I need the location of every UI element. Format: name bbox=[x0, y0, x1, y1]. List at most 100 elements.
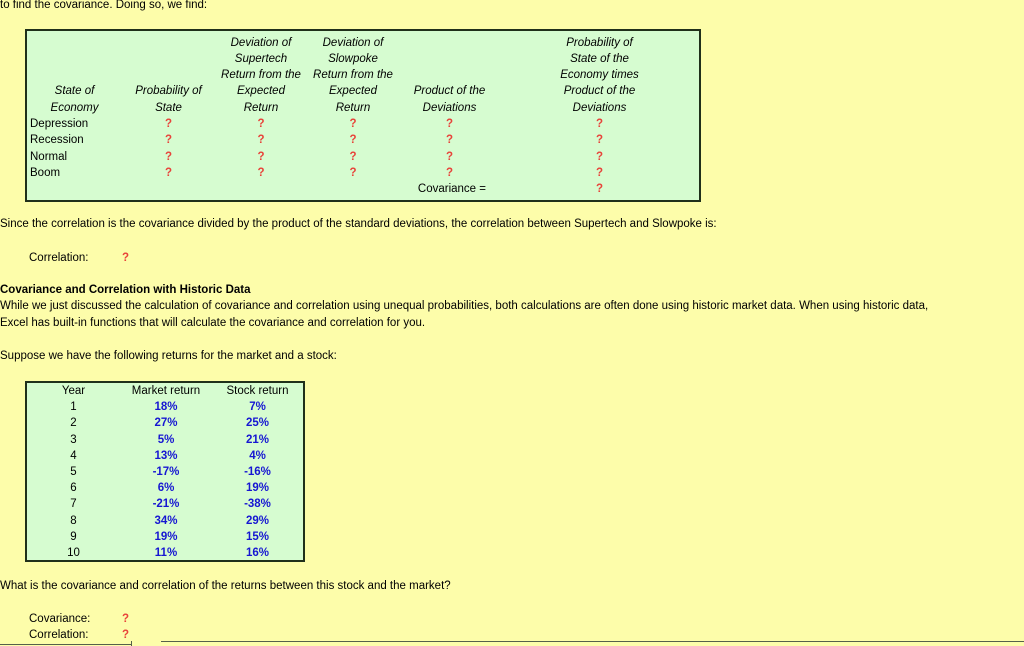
correlation-value[interactable]: ? bbox=[122, 252, 129, 265]
covariance-answer-label: Covariance: bbox=[29, 613, 91, 625]
header-line: Deviations bbox=[422, 101, 477, 114]
covariance-value[interactable]: ? bbox=[500, 181, 699, 197]
header-line: Product of the bbox=[413, 85, 486, 98]
cell-state: Recession bbox=[30, 134, 84, 147]
cell-state: Normal bbox=[30, 150, 68, 163]
cell-market[interactable]: 34% bbox=[120, 513, 212, 529]
cell-dev-supertech[interactable]: ? bbox=[215, 116, 307, 132]
cell-market[interactable]: -17% bbox=[120, 464, 212, 480]
cell-probability[interactable]: ? bbox=[122, 165, 215, 181]
table-row: Recession ? ? ? ? ? bbox=[27, 132, 699, 148]
correlation-paragraph: Since the correlation is the covariance … bbox=[0, 218, 717, 230]
header-line: Return bbox=[335, 101, 371, 114]
bottom-gridline-right bbox=[161, 641, 1024, 642]
historic-table-header: Year Market return Stock return bbox=[27, 383, 303, 399]
col-header-market-return: Market return bbox=[131, 385, 201, 397]
correlation-answer-label: Correlation: bbox=[29, 629, 89, 641]
header-line: Return from the bbox=[313, 69, 393, 82]
cell-state: Depression bbox=[30, 118, 89, 130]
cell-stock[interactable]: 4% bbox=[212, 448, 303, 464]
cell-stock[interactable]: 15% bbox=[212, 529, 303, 545]
cell-dev-slowpoke[interactable]: ? bbox=[307, 165, 399, 181]
header-line: Economy times bbox=[560, 69, 639, 82]
cell-year: 5 bbox=[70, 466, 77, 479]
cell-stock[interactable]: 7% bbox=[212, 399, 303, 415]
cell-dev-supertech[interactable]: ? bbox=[215, 132, 307, 148]
cell-market[interactable]: 6% bbox=[120, 480, 212, 496]
cell-market[interactable]: 18% bbox=[120, 399, 212, 415]
cell-market[interactable]: 11% bbox=[120, 545, 212, 561]
cell-state: Boom bbox=[30, 166, 61, 179]
bottom-gridline-divider bbox=[131, 641, 132, 646]
cell-stock[interactable]: 19% bbox=[212, 480, 303, 496]
cell-probability[interactable]: ? bbox=[122, 149, 215, 165]
cell-product[interactable]: ? bbox=[399, 149, 500, 165]
cell-stock[interactable]: -38% bbox=[212, 496, 303, 512]
historic-returns-table: Year Market return Stock return 1 18% 7%… bbox=[25, 381, 305, 562]
spacer-cell bbox=[27, 181, 122, 197]
cell-market[interactable]: 27% bbox=[120, 415, 212, 431]
table-row: Boom ? ? ? ? ? bbox=[27, 165, 699, 181]
cell-stock[interactable]: 21% bbox=[212, 432, 303, 448]
cell-dev-slowpoke[interactable]: ? bbox=[307, 149, 399, 165]
cell-stock[interactable]: -16% bbox=[212, 464, 303, 480]
spacer-cell bbox=[307, 181, 399, 197]
table-row: 2 27% 25% bbox=[27, 415, 303, 431]
cell-dev-slowpoke[interactable]: ? bbox=[307, 132, 399, 148]
cell-prob-times-product[interactable]: ? bbox=[500, 149, 699, 165]
cell-prob-times-product[interactable]: ? bbox=[500, 165, 699, 181]
spreadsheet-page: to find the covariance. Doing so, we fin… bbox=[0, 0, 1024, 646]
table-row: 5 -17% -16% bbox=[27, 464, 303, 480]
cell-product[interactable]: ? bbox=[399, 165, 500, 181]
cell-year: 1 bbox=[70, 401, 77, 414]
header-line: Expected bbox=[329, 85, 377, 98]
cell-dev-supertech[interactable]: ? bbox=[215, 165, 307, 181]
correlation-answer-value[interactable]: ? bbox=[122, 629, 129, 642]
cell-product[interactable]: ? bbox=[399, 116, 500, 132]
cell-market[interactable]: 5% bbox=[120, 432, 212, 448]
bottom-gridline-left bbox=[0, 644, 131, 645]
cell-year: 6 bbox=[70, 482, 77, 495]
cell-probability[interactable]: ? bbox=[122, 116, 215, 132]
cell-market[interactable]: 13% bbox=[120, 448, 212, 464]
header-line: Product of the bbox=[563, 85, 636, 98]
cell-dev-slowpoke[interactable]: ? bbox=[307, 116, 399, 132]
covariance-answer-value[interactable]: ? bbox=[122, 613, 129, 626]
cell-year: 4 bbox=[70, 449, 77, 462]
cell-year: 8 bbox=[70, 514, 77, 527]
cell-prob-times-product[interactable]: ? bbox=[500, 132, 699, 148]
cell-stock[interactable]: 16% bbox=[212, 545, 303, 561]
cell-probability[interactable]: ? bbox=[122, 132, 215, 148]
cell-market[interactable]: 19% bbox=[120, 529, 212, 545]
cell-year: 10 bbox=[67, 547, 80, 560]
table-row: 3 5% 21% bbox=[27, 432, 303, 448]
header-line: Probability of bbox=[135, 85, 202, 98]
cell-year: 3 bbox=[70, 433, 77, 446]
table-row: Depression ? ? ? ? ? bbox=[27, 116, 699, 132]
cell-stock[interactable]: 29% bbox=[212, 513, 303, 529]
header-line: Deviations bbox=[572, 101, 627, 114]
col-header-year: Year bbox=[61, 385, 86, 397]
spacer-cell bbox=[215, 181, 307, 197]
cell-prob-times-product[interactable]: ? bbox=[500, 116, 699, 132]
covariance-table-body: Depression ? ? ? ? ? Recession ? ? ? ? ?… bbox=[27, 116, 699, 197]
covariance-label: Covariance = bbox=[417, 183, 486, 196]
table-row: 7 -21% -38% bbox=[27, 496, 303, 512]
col-header-product-of-deviations: Product of the Deviations bbox=[399, 31, 500, 116]
table-row: 1 18% 7% bbox=[27, 399, 303, 415]
table-row: 10 11% 16% bbox=[27, 545, 303, 561]
cell-product[interactable]: ? bbox=[399, 132, 500, 148]
cell-stock[interactable]: 25% bbox=[212, 415, 303, 431]
cell-market[interactable]: -21% bbox=[120, 496, 212, 512]
table-row: 8 34% 29% bbox=[27, 513, 303, 529]
header-line: Expected bbox=[237, 85, 285, 98]
table-row: 9 19% 15% bbox=[27, 529, 303, 545]
covariance-table: State of Economy Probability of State De… bbox=[25, 29, 701, 202]
header-line: Slowpoke bbox=[328, 52, 378, 65]
section-paragraph-line-2: Excel has built-in functions that will c… bbox=[0, 317, 426, 329]
covariance-total-row: Covariance = ? bbox=[27, 181, 699, 197]
header-line: Probability of bbox=[566, 36, 633, 49]
table-row: 6 6% 19% bbox=[27, 480, 303, 496]
header-line: State of the bbox=[570, 52, 629, 65]
cell-dev-supertech[interactable]: ? bbox=[215, 149, 307, 165]
